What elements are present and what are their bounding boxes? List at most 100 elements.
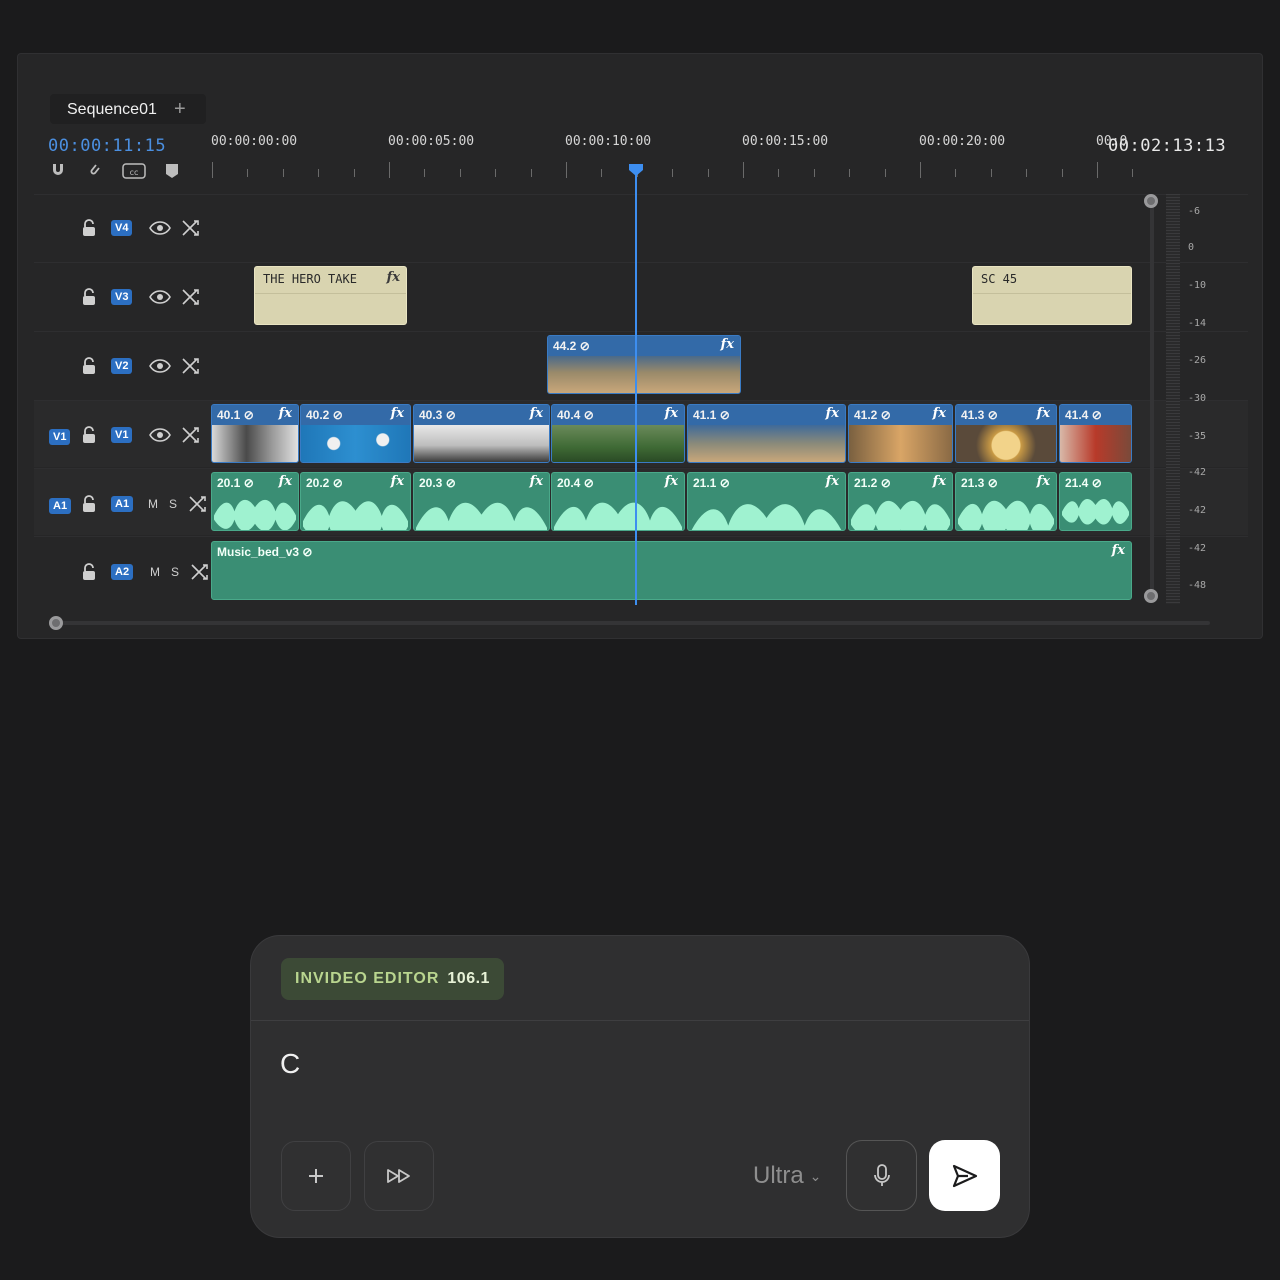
title-clip[interactable]: THE HERO TAKE fx <box>254 266 407 325</box>
solo-button[interactable]: S <box>171 565 179 579</box>
audio-clip[interactable]: 21.1 ⊘ fx <box>687 472 846 531</box>
vertical-zoom-scrollbar[interactable] <box>1150 200 1154 596</box>
vertical-scroll-knob[interactable] <box>1144 194 1158 208</box>
video-clip[interactable]: 41.2 ⊘ fx <box>848 404 953 463</box>
track-label-a2[interactable]: A2 <box>111 564 134 580</box>
microphone-icon <box>873 1163 890 1186</box>
lock-icon[interactable] <box>82 426 96 444</box>
source-patch-v1[interactable]: V1 <box>49 429 71 445</box>
audio-waveform <box>416 502 547 530</box>
clip-name: 21.3 ⊘ <box>961 476 998 490</box>
audio-clip[interactable]: 21.4 ⊘ <box>1059 472 1132 531</box>
video-clip[interactable]: 41.3 ⊘ fx <box>955 404 1057 463</box>
audio-waveform <box>1062 498 1129 525</box>
ruler-label: 00:00:20:00 <box>919 134 1006 149</box>
audio-waveform <box>691 504 842 530</box>
clip-name: 41.4 ⊘ <box>1065 408 1102 422</box>
clip-name: 21.1 ⊘ <box>693 476 730 490</box>
lock-icon[interactable] <box>82 219 96 237</box>
audio-clip[interactable]: 21.2 ⊘ fx <box>848 472 953 531</box>
video-clip[interactable]: 41.1 ⊘ fx <box>687 404 846 463</box>
track-label-v4[interactable]: V4 <box>111 220 133 236</box>
fx-icon: fx <box>529 406 543 421</box>
add-attachment-button[interactable] <box>281 1141 351 1211</box>
prompt-card: INVIDEO EDITOR 106.1 C Ultra ⌄ <box>250 935 1030 1238</box>
row-divider <box>34 331 1248 332</box>
clip-thumbnails <box>849 425 952 462</box>
audio-clip[interactable]: Music_bed_v3 ⊘ fx <box>211 541 1132 600</box>
lock-icon[interactable] <box>82 288 96 306</box>
video-clip[interactable]: 40.4 ⊘ fx <box>551 404 685 463</box>
ruler-minor-tick <box>778 169 780 177</box>
lock-icon[interactable] <box>82 563 96 581</box>
captions-icon[interactable]: cc <box>122 162 146 180</box>
video-clip[interactable]: 40.2 ⊘ fx <box>300 404 411 463</box>
magnet-snap-icon[interactable] <box>50 162 66 178</box>
lock-icon[interactable] <box>82 357 96 375</box>
fx-icon: fx <box>932 406 946 421</box>
sync-lock-icon[interactable] <box>181 219 201 237</box>
video-clip[interactable]: 40.3 ⊘ fx <box>413 404 550 463</box>
vertical-scroll-knob[interactable] <box>1144 589 1158 603</box>
track-label-v3[interactable]: V3 <box>111 289 133 305</box>
eye-icon[interactable] <box>149 428 171 442</box>
eye-icon[interactable] <box>149 290 171 304</box>
horizontal-scroll-knob[interactable] <box>49 616 63 630</box>
title-clip[interactable]: SC 45 <box>972 266 1132 325</box>
audio-clip[interactable]: 20.2 ⊘ fx <box>300 472 411 531</box>
current-timecode[interactable]: 00:00:11:15 <box>48 136 166 156</box>
badge-name: INVIDEO EDITOR <box>295 970 440 987</box>
offline-icon: ⊘ <box>583 476 594 490</box>
playhead-line[interactable] <box>635 166 637 605</box>
mute-button[interactable]: M <box>150 565 160 579</box>
playhead-handle[interactable] <box>629 164 643 176</box>
ruler-label: 00:00:15:00 <box>742 134 829 149</box>
eye-icon[interactable] <box>149 359 171 373</box>
ruler-major-tick <box>389 162 390 178</box>
eye-icon[interactable] <box>149 221 171 235</box>
prompt-input[interactable]: C <box>280 1048 300 1080</box>
audio-clip[interactable]: 20.1 ⊘ fx <box>211 472 299 531</box>
audio-clip[interactable]: 21.3 ⊘ fx <box>955 472 1057 531</box>
fx-icon: fx <box>1111 543 1125 558</box>
sync-lock-icon[interactable] <box>190 563 210 581</box>
sequence-tab[interactable]: Sequence01 + <box>50 94 206 124</box>
track-label-v1[interactable]: V1 <box>111 427 133 443</box>
mute-button[interactable]: M <box>148 497 158 511</box>
marker-icon[interactable] <box>164 162 180 180</box>
link-icon[interactable] <box>88 162 102 178</box>
track-label-a1[interactable]: A1 <box>111 496 134 512</box>
offline-icon: ⊘ <box>445 476 456 490</box>
video-clip[interactable]: 40.1 ⊘ fx <box>211 404 299 463</box>
fast-forward-button[interactable] <box>364 1141 434 1211</box>
ruler-minor-tick <box>495 169 497 177</box>
fast-forward-icon <box>387 1169 410 1183</box>
ruler-major-tick <box>566 162 567 178</box>
meter-scale-label: -14 <box>1188 318 1207 329</box>
model-selector[interactable]: Ultra ⌄ <box>753 1162 821 1190</box>
microphone-button[interactable] <box>846 1140 917 1211</box>
video-clip[interactable]: 44.2 ⊘ fx <box>547 335 741 394</box>
video-clip[interactable]: 41.4 ⊘ <box>1059 404 1132 463</box>
audio-waveform <box>554 502 682 530</box>
source-patch-a1[interactable]: A1 <box>49 498 72 514</box>
ruler-minor-tick <box>1132 169 1134 177</box>
ruler-minor-tick <box>849 169 851 177</box>
audio-clip[interactable]: 20.3 ⊘ fx <box>413 472 550 531</box>
lock-icon[interactable] <box>82 495 96 513</box>
sync-lock-icon[interactable] <box>181 288 201 306</box>
horizontal-scrollbar[interactable] <box>56 621 1210 625</box>
add-sequence-button[interactable]: + <box>174 98 186 121</box>
audio-clip[interactable]: 20.4 ⊘ fx <box>551 472 685 531</box>
sync-lock-icon[interactable] <box>181 426 201 444</box>
send-button[interactable] <box>929 1140 1000 1211</box>
solo-button[interactable]: S <box>169 497 177 511</box>
ruler-minor-tick <box>318 169 320 177</box>
clip-name: 40.3 ⊘ <box>419 408 456 422</box>
audio-meter <box>1166 194 1180 604</box>
sync-lock-icon[interactable] <box>181 357 201 375</box>
sync-lock-icon[interactable] <box>188 495 208 513</box>
offline-icon: ⊘ <box>719 408 730 422</box>
timeline-tools: cc <box>48 162 198 184</box>
track-label-v2[interactable]: V2 <box>111 358 133 374</box>
